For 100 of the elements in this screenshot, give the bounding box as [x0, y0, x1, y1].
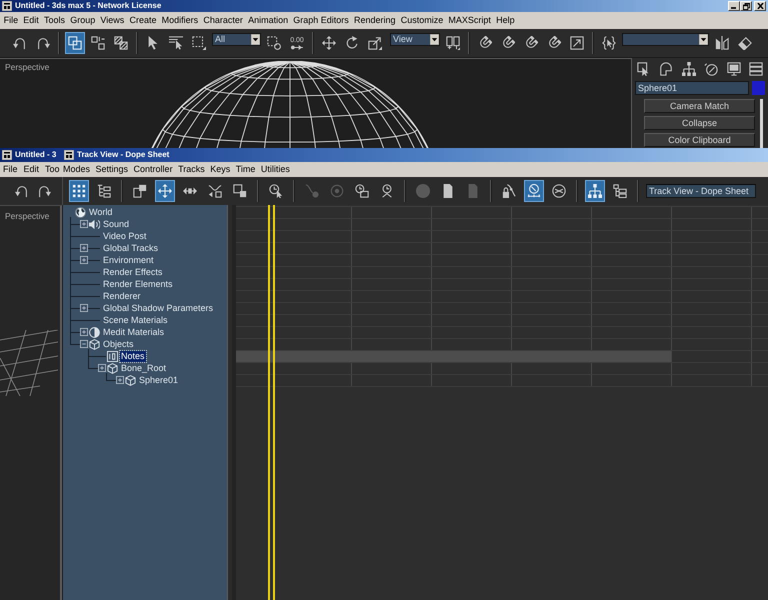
- twin-panels-icon[interactable]: [446, 36, 460, 50]
- clock-caret-icon[interactable]: [380, 184, 394, 198]
- restore-icon[interactable]: [742, 2, 750, 10]
- restore-button[interactable]: [740, 1, 752, 11]
- tree-item[interactable]: Global Shadow Parameters: [102, 302, 214, 314]
- minus-box-icon[interactable]: [80, 340, 88, 348]
- magnet-icon[interactable]: [478, 36, 492, 50]
- menu-item[interactable]: Character: [200, 15, 246, 26]
- redo-icon[interactable]: [37, 184, 51, 198]
- menu-item[interactable]: Too: [42, 164, 63, 175]
- dropdown[interactable]: View: [390, 33, 440, 46]
- magnet-icon[interactable]: [547, 36, 561, 50]
- menu-item[interactable]: Tracks: [177, 164, 210, 175]
- menu-item[interactable]: Tools: [41, 15, 68, 26]
- name-field[interactable]: Sphere01: [635, 81, 749, 95]
- plus-box-icon[interactable]: [98, 364, 106, 372]
- rollout-button[interactable]: Color Clipboard: [644, 133, 755, 147]
- disc-ticks-button[interactable]: [524, 180, 544, 202]
- separated-squares-icon[interactable]: [91, 36, 105, 50]
- circular-arrow-icon[interactable]: [345, 36, 359, 50]
- tree-boxes-icon[interactable]: [613, 184, 627, 198]
- menu-item[interactable]: Animation: [245, 15, 291, 26]
- tree-item[interactable]: Sphere01: [138, 374, 180, 386]
- minimize-button[interactable]: [728, 1, 740, 11]
- tree-item[interactable]: Video Post: [102, 230, 148, 242]
- tree-item[interactable]: Bone_Root: [120, 362, 168, 374]
- menu-item[interactable]: Settings: [94, 164, 133, 175]
- plus-box-icon[interactable]: [80, 220, 88, 228]
- tree-item[interactable]: Scene Materials: [102, 314, 169, 326]
- menu-item[interactable]: Modifiers: [159, 15, 201, 26]
- menu-item[interactable]: File: [0, 164, 21, 175]
- magnet-icon[interactable]: [524, 36, 538, 50]
- tree-item[interactable]: Render Elements: [102, 278, 174, 290]
- rollout-button[interactable]: Collapse: [644, 116, 755, 130]
- hatched-squares-icon[interactable]: [114, 36, 128, 50]
- caret-icon[interactable]: [430, 34, 439, 45]
- rollout-button[interactable]: Camera Match: [644, 99, 755, 113]
- close-button[interactable]: [754, 1, 766, 11]
- cursor-square-icon[interactable]: [637, 62, 651, 76]
- overlapping-squares-icon[interactable]: [233, 184, 247, 198]
- close-icon[interactable]: [756, 3, 764, 9]
- menu-item[interactable]: Graph Editors: [290, 15, 352, 26]
- magnet-icon[interactable]: [501, 36, 515, 50]
- plus-box-icon[interactable]: [116, 376, 124, 384]
- hierarchy-icon[interactable]: [682, 62, 696, 76]
- minimize-icon[interactable]: [730, 7, 736, 9]
- menu-item[interactable]: MAXScript: [446, 15, 494, 26]
- mirror-triangles-icon[interactable]: [715, 36, 729, 50]
- menu-item[interactable]: Modes: [62, 164, 95, 175]
- tree-item[interactable]: Environment: [102, 254, 155, 266]
- undo-icon[interactable]: [13, 36, 27, 50]
- braces-cursor-icon[interactable]: [602, 36, 616, 50]
- cursor-arrow-icon[interactable]: [146, 36, 160, 50]
- tree-item[interactable]: Render Effects: [102, 266, 164, 278]
- document-icon[interactable]: [441, 184, 455, 198]
- tree-item[interactable]: Objects: [102, 338, 135, 350]
- name-field[interactable]: Track View - Dope Sheet: [646, 184, 756, 198]
- viewport-label[interactable]: Perspective: [5, 211, 50, 221]
- disc-ticks-icon[interactable]: [527, 184, 541, 198]
- curve-box-icon[interactable]: [208, 184, 222, 198]
- time-slider[interactable]: [268, 205, 275, 600]
- track-list-icon[interactable]: [97, 184, 111, 198]
- menu-item[interactable]: Rendering: [351, 15, 398, 26]
- tilted-block-icon[interactable]: [738, 36, 752, 50]
- menu-item[interactable]: Views: [98, 15, 127, 26]
- dropdown[interactable]: All: [212, 33, 261, 46]
- tree-item[interactable]: Global Tracks: [102, 242, 160, 254]
- menu-item[interactable]: Customize: [398, 15, 446, 26]
- dotted-square-icon[interactable]: [192, 36, 206, 50]
- tree-item[interactable]: Renderer: [102, 290, 142, 302]
- resize-square-icon[interactable]: [368, 36, 382, 50]
- hierarchy-button[interactable]: [585, 180, 605, 202]
- monitor-icon[interactable]: [726, 62, 741, 76]
- caret-icon[interactable]: [699, 34, 708, 45]
- dropdown[interactable]: [622, 33, 709, 46]
- tree-item[interactable]: Medit Materials: [102, 326, 166, 338]
- redo-icon[interactable]: [36, 36, 50, 50]
- four-arrows-icon[interactable]: [322, 36, 336, 50]
- menu-item[interactable]: Edit: [20, 15, 42, 26]
- stacked-bars-icon[interactable]: [748, 62, 763, 76]
- dotted-square-circle-icon[interactable]: [267, 36, 281, 50]
- menu-item[interactable]: Time: [234, 164, 260, 175]
- menu-item[interactable]: Edit: [20, 164, 42, 175]
- caret-icon[interactable]: [251, 34, 260, 45]
- crossed-circle-icon[interactable]: [552, 184, 566, 198]
- plus-box-icon[interactable]: [80, 244, 88, 252]
- plus-box-icon[interactable]: [80, 328, 88, 336]
- clock-cursor-icon[interactable]: [269, 184, 283, 198]
- plus-box-icon[interactable]: [80, 256, 88, 264]
- menu-item[interactable]: Create: [126, 15, 160, 26]
- tree-item[interactable]: Sound: [102, 218, 130, 230]
- stacked-squares-icon[interactable]: [133, 184, 147, 198]
- dot-grid-button[interactable]: [69, 180, 89, 202]
- tree-item[interactable]: Notes: [120, 350, 146, 362]
- menu-item[interactable]: Help: [494, 15, 518, 26]
- linked-squares-button[interactable]: [65, 32, 85, 54]
- menu-item[interactable]: Controller: [132, 164, 178, 175]
- menu-item[interactable]: Group: [68, 15, 98, 26]
- circle-tick-icon[interactable]: [704, 62, 718, 76]
- clock-box-icon[interactable]: [355, 184, 369, 198]
